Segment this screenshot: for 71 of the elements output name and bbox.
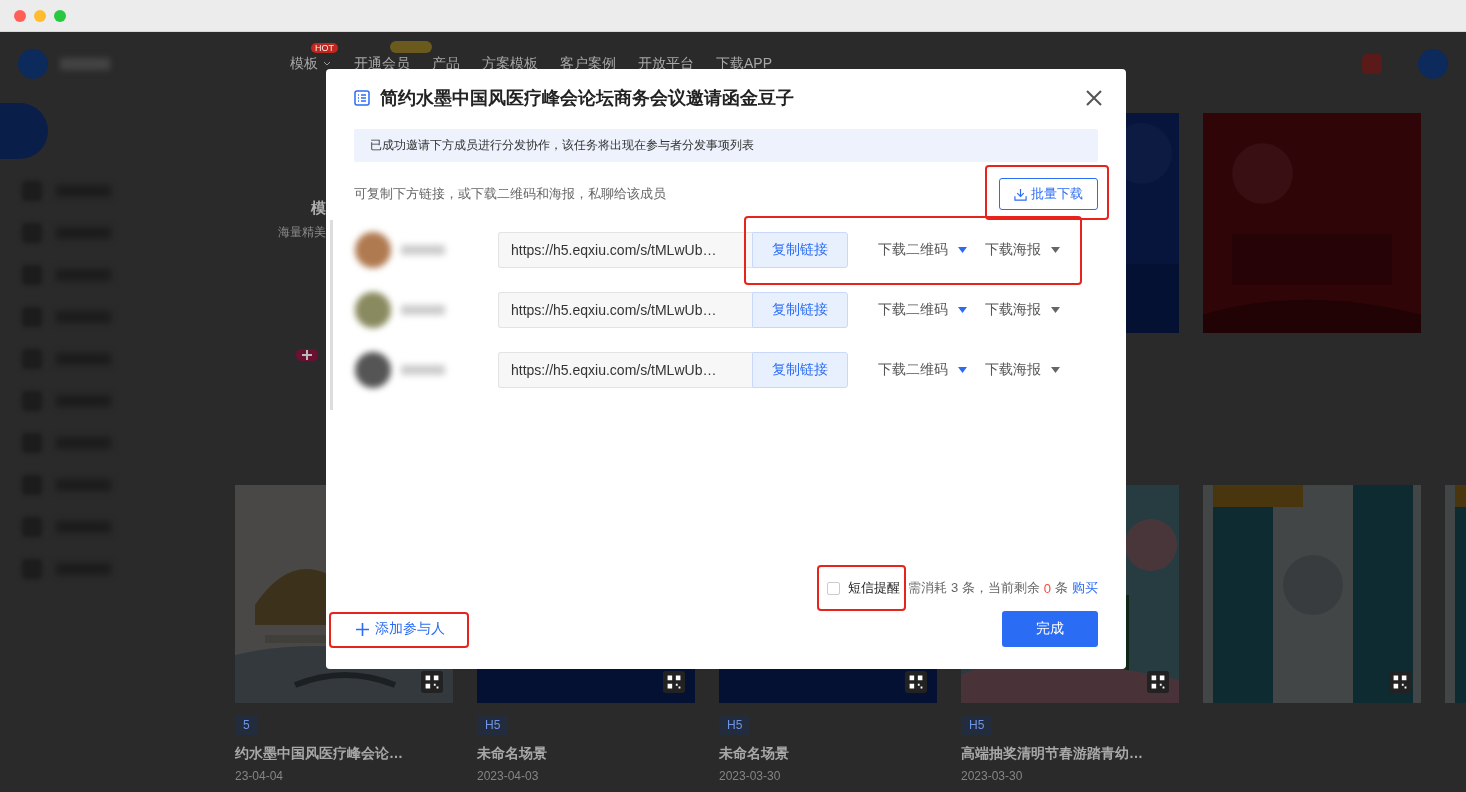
blurred-name xyxy=(401,305,445,315)
download-qr-dropdown[interactable]: 下载二维码 xyxy=(878,361,967,379)
nav-link[interactable]: 客户案例 xyxy=(560,54,616,73)
card-date: 2023-03-30 xyxy=(961,769,1024,783)
blurred-avatar xyxy=(0,103,48,159)
copy-link-button[interactable]: 复制链接 xyxy=(752,292,848,328)
plus-icon[interactable] xyxy=(296,349,318,361)
qr-code-icon[interactable] xyxy=(1147,671,1169,693)
nav-link[interactable]: 方案模板 xyxy=(482,54,538,73)
link-field[interactable]: https://h5.eqxiu.com/s/tMLwUb… xyxy=(498,232,752,268)
nav-link[interactable]: 开放平台 xyxy=(638,54,694,73)
qr-code-icon[interactable] xyxy=(1389,671,1411,693)
caret-icon xyxy=(958,367,967,373)
download-poster-dropdown[interactable]: 下载海报 xyxy=(985,301,1060,319)
type-tag: 5 xyxy=(235,715,258,735)
list-icon xyxy=(354,90,370,106)
blurred-name xyxy=(401,365,445,375)
logo-icon[interactable] xyxy=(18,48,48,79)
hint-text: 可复制下方链接，或下载二维码和海报，私聊给该成员 xyxy=(354,185,666,203)
sms-cost-text: 需消耗 3 条，当前剩余 xyxy=(908,579,1040,597)
link-field[interactable]: https://h5.eqxiu.com/s/tMLwUb… xyxy=(498,292,752,328)
caret-icon xyxy=(958,307,967,313)
hot-badge: HOT xyxy=(311,42,338,53)
sms-checkbox[interactable] xyxy=(827,581,841,595)
avatar xyxy=(355,352,391,388)
sms-reminder-label[interactable]: 短信提醒 xyxy=(848,579,901,597)
copy-link-button[interactable]: 复制链接 xyxy=(752,232,848,268)
type-tag: H5 xyxy=(719,715,751,735)
caret-icon xyxy=(1051,247,1060,253)
batch-download-button[interactable]: 批量下载 xyxy=(999,178,1098,210)
card-title[interactable]: 未命名场景 xyxy=(719,745,937,763)
copy-link-button[interactable]: 复制链接 xyxy=(752,352,848,388)
card-title[interactable]: 高端抽奖清明节春游踏青幼… xyxy=(961,745,1179,763)
minimize-window-button[interactable] xyxy=(34,9,46,22)
close-window-button[interactable] xyxy=(14,9,26,22)
qr-code-icon[interactable] xyxy=(663,671,685,693)
blurred-name xyxy=(401,245,445,255)
promo-badge xyxy=(390,40,432,53)
add-participant-button[interactable]: 添加参与人 xyxy=(356,620,445,638)
download-poster-dropdown[interactable]: 下载海报 xyxy=(985,241,1060,259)
qr-code-icon[interactable] xyxy=(905,671,927,693)
caret-icon xyxy=(1051,367,1060,373)
zoom-window-button[interactable] xyxy=(54,9,66,22)
type-tag: H5 xyxy=(961,715,993,735)
remaining-count: 0 xyxy=(1043,580,1051,596)
done-button[interactable]: 完成 xyxy=(1002,611,1098,647)
feature-title: 模 xyxy=(311,199,326,218)
type-tag: H5 xyxy=(477,715,509,735)
buy-link[interactable]: 购买 xyxy=(1072,579,1098,597)
feature-subtitle: 海量精美 xyxy=(278,224,326,241)
avatar xyxy=(355,232,391,268)
plus-icon xyxy=(356,622,369,636)
link-field[interactable]: https://h5.eqxiu.com/s/tMLwUb… xyxy=(498,352,752,388)
card-title[interactable]: 未命名场景 xyxy=(477,745,695,763)
avatar xyxy=(355,292,391,328)
download-icon xyxy=(1014,187,1027,201)
unit-text: 条 xyxy=(1055,579,1068,597)
download-qr-dropdown[interactable]: 下载二维码 xyxy=(878,241,967,259)
user-avatar[interactable] xyxy=(1418,48,1448,79)
download-qr-dropdown[interactable]: 下载二维码 xyxy=(878,301,967,319)
dialog-title: 简约水墨中国风医疗峰会论坛商务会议邀请函金豆子 xyxy=(380,87,794,110)
card-date: 2023-04-03 xyxy=(477,769,540,783)
caret-icon xyxy=(1051,307,1060,313)
nav-link[interactable]: 模板 xyxy=(290,54,332,73)
caret-icon xyxy=(958,247,967,253)
card-title[interactable]: 约水墨中国风医疗峰会论… xyxy=(235,745,453,763)
download-poster-dropdown[interactable]: 下载海报 xyxy=(985,361,1060,379)
success-notice: 已成功邀请下方成员进行分发协作，该任务将出现在参与者分发事项列表 xyxy=(354,129,1098,162)
card-date: 2023-03-30 xyxy=(719,769,782,783)
card-date: 23-04-04 xyxy=(235,769,285,783)
qr-code-icon[interactable] xyxy=(421,671,443,693)
